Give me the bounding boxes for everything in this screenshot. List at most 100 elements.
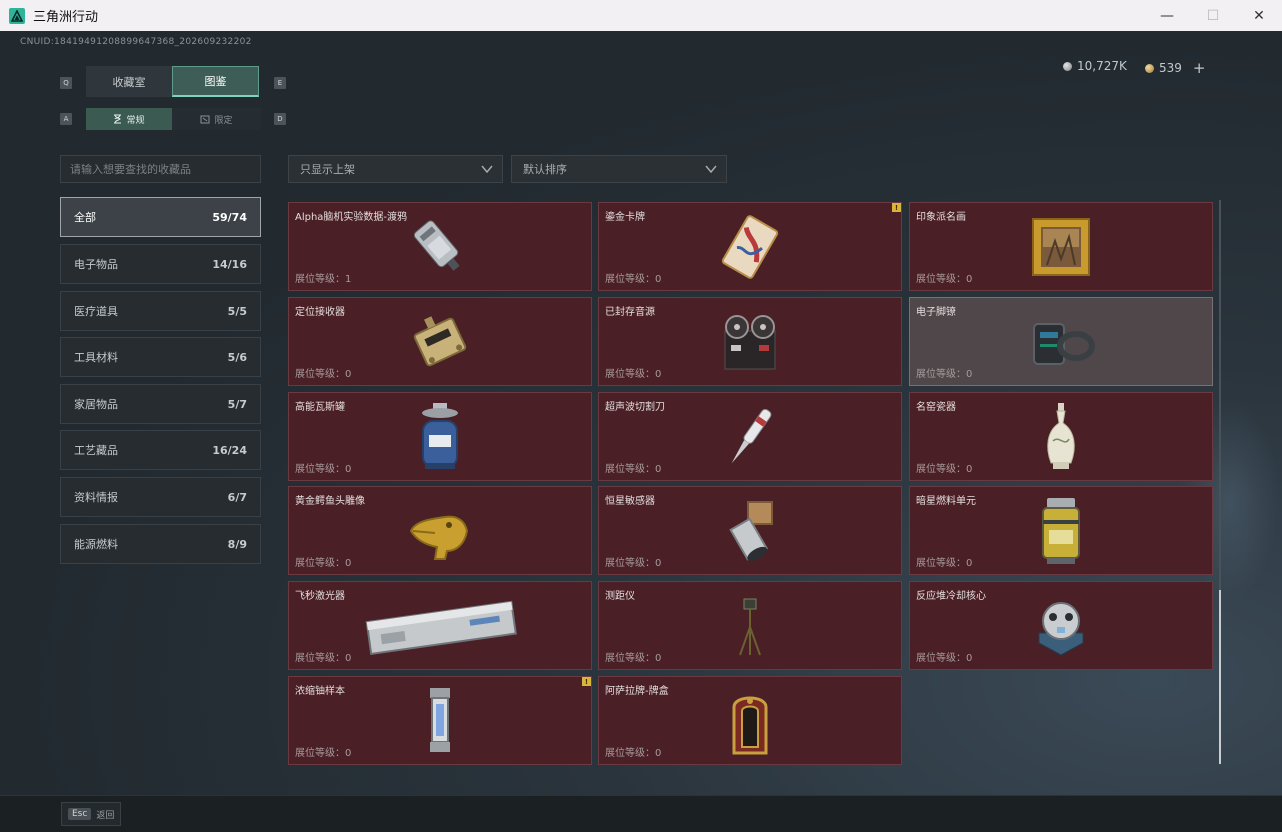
item-card[interactable]: 已封存音源 展位等级：0 (598, 297, 902, 386)
item-level: 展位等级：0 (605, 558, 662, 569)
item-level: 展位等级：0 (295, 558, 352, 569)
item-level: 展位等级：0 (295, 464, 352, 475)
category-count: 16/24 (212, 443, 247, 457)
category-count: 14/16 (212, 257, 247, 271)
item-card[interactable]: 印象派名画 展位等级：0 (909, 202, 1213, 291)
add-currency-button[interactable]: + (1193, 59, 1206, 77)
scrollbar-thumb[interactable] (1219, 590, 1221, 764)
item-card[interactable]: 阿萨拉牌-牌盒 展位等级：0 (598, 676, 902, 765)
item-name: 电子脚镣 (916, 307, 956, 318)
item-name: 恒星敏感器 (605, 496, 655, 507)
item-name: 已封存音源 (605, 307, 655, 318)
ankle-monitor-icon (1033, 322, 1095, 365)
tape-recorder-icon (724, 314, 776, 369)
subtab-normal[interactable]: 常规 (86, 108, 172, 130)
item-card[interactable]: 恒星敏感器 展位等级：0 (598, 486, 902, 575)
item-name: 超声波切割刀 (605, 402, 665, 413)
category-count: 8/9 (227, 537, 247, 551)
subtab-normal-label: 常规 (126, 115, 145, 126)
item-card[interactable]: 名窑瓷器 展位等级：0 (909, 392, 1213, 481)
shelf-filter-dropdown[interactable]: 只显示上架 (288, 155, 503, 183)
search-input[interactable] (60, 155, 261, 183)
category-label: 能源燃料 (74, 538, 118, 551)
item-name: 定位接收器 (295, 307, 345, 318)
a-key-hint: A (60, 113, 72, 125)
subtab-limited[interactable]: 限定 (172, 108, 261, 130)
item-name: 飞秒激光器 (295, 591, 345, 602)
category-energy[interactable]: 能源燃料 8/9 (60, 524, 261, 564)
e-key-hint: E (274, 77, 286, 89)
sort-label: 默认排序 (523, 163, 567, 176)
item-card[interactable]: 反应堆冷却核心 展位等级：0 (909, 581, 1213, 670)
gold-amount: 539 (1159, 61, 1182, 75)
ultrasonic-knife-icon (731, 408, 772, 463)
item-card[interactable]: 超声波切割刀 展位等级：0 (598, 392, 902, 481)
tab-collection-room[interactable]: 收藏室 (86, 66, 172, 97)
fuel-cell-icon (1042, 497, 1080, 564)
item-level: 展位等级：0 (605, 464, 662, 475)
item-level: 展位等级：1 (295, 274, 352, 285)
item-card[interactable]: 电子脚镣 展位等级：0 (909, 297, 1213, 386)
window-controls: — ☐ ✕ (1144, 0, 1282, 31)
gold-crocodile-icon (409, 515, 469, 560)
item-name: 浓缩铀样本 (295, 686, 345, 697)
item-card[interactable]: 鎏金卡牌 ! 展位等级：0 (598, 202, 902, 291)
minimize-button[interactable]: — (1144, 0, 1190, 31)
close-button[interactable]: ✕ (1236, 0, 1282, 31)
category-count: 5/5 (227, 304, 247, 318)
category-medical[interactable]: 医疗道具 5/5 (60, 291, 261, 331)
subtab-limited-label: 限定 (214, 115, 233, 126)
item-name: 黄金鳄鱼头雕像 (295, 496, 365, 507)
category-count: 5/7 (227, 397, 247, 411)
star-sensor-icon (729, 500, 773, 561)
item-name: Alpha脑机实验数据-渡鸦 (295, 212, 408, 223)
item-name: 名窑瓷器 (916, 402, 956, 413)
tab-catalog[interactable]: 图鉴 (172, 66, 259, 97)
card-box-icon (732, 696, 768, 754)
sort-dropdown[interactable]: 默认排序 (511, 155, 727, 183)
new-badge: ! (582, 677, 591, 686)
shelf-filter-label: 只显示上架 (300, 163, 355, 176)
silver-coin-icon (1063, 61, 1072, 71)
item-card[interactable]: 定位接收器 展位等级：0 (288, 297, 592, 386)
category-count: 59/74 (212, 210, 247, 224)
item-card[interactable]: 浓缩铀样本 ! 展位等级：0 (288, 676, 592, 765)
item-name: 反应堆冷却核心 (916, 591, 986, 602)
item-level: 展位等级：0 (605, 748, 662, 759)
title-bar: 三角洲行动 — ☐ ✕ (0, 0, 1282, 31)
silver-currency: 10,727K (1063, 59, 1127, 73)
item-name: 阿萨拉牌-牌盒 (605, 686, 669, 697)
item-name: 印象派名画 (916, 212, 966, 223)
item-level: 展位等级：0 (605, 653, 662, 664)
item-card[interactable]: 暗星燃料单元 展位等级：0 (909, 486, 1213, 575)
player-uid: CNUID:18419491208899647368_202609232202 (20, 37, 252, 47)
item-card[interactable]: Alpha脑机实验数据-渡鸦 展位等级：1 (288, 202, 592, 291)
item-card[interactable]: 飞秒激光器 展位等级：0 (288, 581, 592, 670)
category-intel[interactable]: 资料情报 6/7 (60, 477, 261, 517)
category-crafts[interactable]: 工艺藏品 16/24 (60, 430, 261, 470)
item-card[interactable]: 测距仪 展位等级：0 (598, 581, 902, 670)
item-level: 展位等级：0 (295, 369, 352, 380)
chevron-down-icon (481, 165, 493, 174)
item-name: 暗星燃料单元 (916, 496, 976, 507)
item-level: 展位等级：0 (295, 653, 352, 664)
card-icon (721, 214, 779, 279)
uranium-sample-icon (430, 687, 450, 752)
window-title: 三角洲行动 (33, 10, 99, 25)
new-badge: ! (892, 203, 901, 212)
category-household[interactable]: 家居物品 5/7 (60, 384, 261, 424)
laser-icon (365, 600, 517, 655)
reactor-core-icon (1038, 601, 1084, 656)
receiver-icon (413, 315, 467, 366)
item-card[interactable]: 高能瓦斯罐 展位等级：0 (288, 392, 592, 481)
item-level: 展位等级：0 (916, 369, 973, 380)
category-label: 全部 (74, 211, 96, 224)
maximize-button[interactable]: ☐ (1190, 0, 1236, 31)
porcelain-vase-icon (1047, 402, 1075, 469)
back-button[interactable]: Esc 返回 (61, 802, 122, 826)
d-key-hint: D (274, 113, 286, 125)
category-tools[interactable]: 工具材料 5/6 (60, 337, 261, 377)
category-all[interactable]: 全部 59/74 (60, 197, 261, 237)
item-card[interactable]: 黄金鳄鱼头雕像 展位等级：0 (288, 486, 592, 575)
category-electronics[interactable]: 电子物品 14/16 (60, 244, 261, 284)
